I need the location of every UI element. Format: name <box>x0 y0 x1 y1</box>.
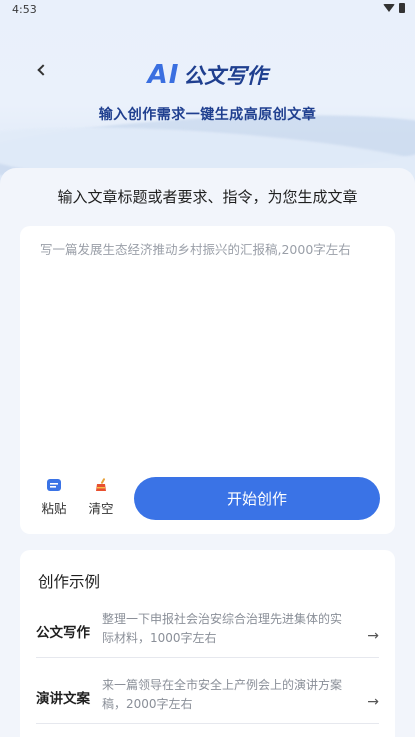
paste-button[interactable]: 粘贴 <box>36 478 72 517</box>
title-text: 公文写作 <box>183 64 268 88</box>
article-request-input[interactable]: 写一篇发展生态经济推动乡村振兴的汇报稿,2000字左右 <box>40 241 375 259</box>
example-item[interactable]: 演讲文案 来一篇领导在全市安全上产例会上的演讲方案稿，2000字左右 → <box>36 674 379 724</box>
status-icons <box>383 3 405 13</box>
page-subtitle: 输入创作需求一键生成高原创文章 <box>98 107 317 123</box>
page-title: AI 公文写作 <box>0 60 415 90</box>
examples-title: 创作示例 <box>38 573 101 591</box>
example-description: 来一篇领导在全市安全上产例会上的演讲方案稿，2000字左右 <box>102 678 343 711</box>
example-item[interactable]: 公文写作 整理一下申报社会治安综合治理先进集体的实际材料，1000字左右 → <box>36 608 379 658</box>
paste-icon <box>47 479 61 491</box>
status-time: 4:53 <box>12 3 37 16</box>
start-writing-button[interactable]: 开始创作 <box>134 477 380 520</box>
clear-button[interactable]: 清空 <box>83 478 119 517</box>
status-bar: 4:53 <box>0 0 415 18</box>
wifi-icon <box>383 4 395 12</box>
battery-icon <box>399 3 405 13</box>
clear-label: 清空 <box>88 501 114 516</box>
example-label: 公文写作 <box>36 625 90 641</box>
paste-label: 粘贴 <box>41 501 67 516</box>
title-ai-logo: AI <box>147 60 180 90</box>
example-label: 演讲文案 <box>36 691 90 707</box>
examples-card: 创作示例 公文写作 整理一下申报社会治安综合治理先进集体的实际材料，1000字左… <box>20 550 395 737</box>
arrow-right-icon: → <box>367 628 379 644</box>
hero-background <box>0 0 415 190</box>
arrow-right-icon: → <box>367 694 379 710</box>
example-description: 整理一下申报社会治安综合治理先进集体的实际材料，1000字左右 <box>102 612 343 645</box>
instruction-text: 输入文章标题或者要求、指令，为您生成文章 <box>57 188 358 206</box>
broom-icon <box>96 478 106 491</box>
